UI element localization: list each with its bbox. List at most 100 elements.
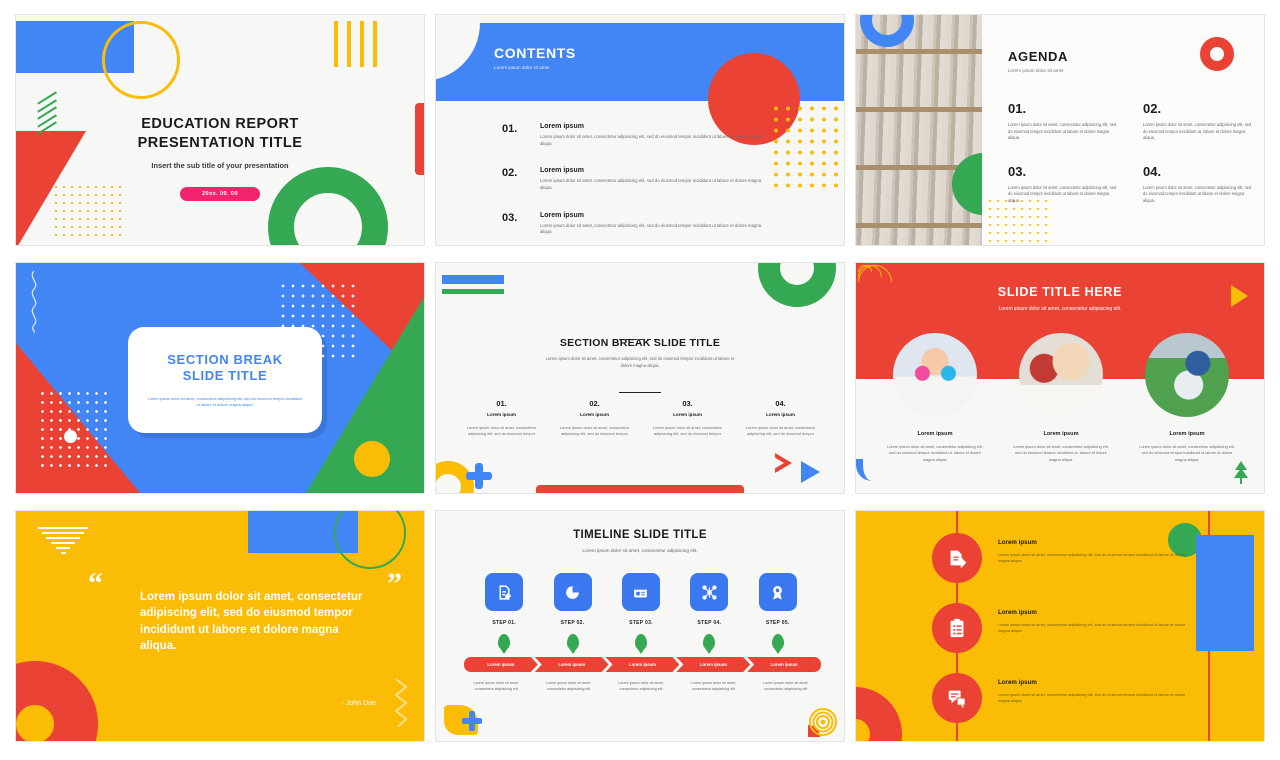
timeline-step[interactable]: STEP 03. xyxy=(611,573,671,650)
list-item[interactable]: Lorem ipsum Lorem ipsum dolor sit amet, … xyxy=(932,603,1198,653)
step-body: Lorem ipsum dolor sit amet, consectetur … xyxy=(618,681,664,691)
item-number: 02. xyxy=(502,167,518,180)
white-stacked-lines-decor xyxy=(38,527,88,557)
column-item[interactable]: 04. Lorem ipsum Lorem ipsum dolor sit am… xyxy=(739,399,822,438)
column-item[interactable]: 02. Lorem ipsum Lorem ipsum dolor sit am… xyxy=(553,399,636,438)
page-title: CONTENTS xyxy=(494,45,576,61)
red-ring-decor xyxy=(1200,37,1234,71)
column-item[interactable]: 03. Lorem ipsum Lorem ipsum dolor sit am… xyxy=(646,399,729,438)
timeline-step[interactable]: STEP 05. xyxy=(748,573,808,650)
item-body: Lorem ipsum dolor sit amet, consectetur … xyxy=(540,134,762,146)
map-pin-icon xyxy=(771,634,784,650)
photo-card[interactable]: Lorem ipsum Lorem ipsum dolor sit amet, … xyxy=(878,333,992,463)
header-block: CONTENTS Lorem ipsum dolor sit amet xyxy=(494,45,576,70)
red-arc-decor xyxy=(856,687,902,741)
slide-1-title[interactable]: EDUCATION REPORT PRESENTATION TITLE Inse… xyxy=(15,14,425,246)
yellow-circle-decor xyxy=(354,441,390,477)
item-number: 03. xyxy=(1008,163,1027,179)
list-item[interactable]: Lorem ipsum Lorem ipsum dolor sit amet, … xyxy=(932,673,1198,723)
page-title: TIMELINE SLIDE TITLE xyxy=(573,529,707,541)
children-drawing-photo xyxy=(1019,333,1103,417)
award-medal-icon xyxy=(758,573,797,611)
column-grid: 01. Lorem ipsum Lorem ipsum dolor sit am… xyxy=(460,399,822,438)
green-ring-decor xyxy=(758,263,836,307)
slide-9-vertical-list[interactable]: Lorem ipsum Lorem ipsum dolor sit amet, … xyxy=(855,510,1265,742)
item-heading: Lorem ipsum xyxy=(540,211,584,219)
timeline-step[interactable]: STEP 02. xyxy=(542,573,602,650)
agenda-item[interactable]: 02. Lorem ipsum dolor sit amet, consecte… xyxy=(1143,101,1256,142)
page-subtitle: Lorem ipsum dolor sit amet xyxy=(494,65,550,70)
slide-8-timeline[interactable]: TIMELINE SLIDE TITLE Lorem ipsum dolor s… xyxy=(435,510,845,742)
item-heading: Lorem ipsum xyxy=(580,412,609,417)
step-body: Lorem ipsum dolor sit amet, consectetur … xyxy=(473,681,519,691)
blue-triangle-icon xyxy=(801,461,820,483)
item-heading: Lorem ipsum xyxy=(487,412,516,417)
page-title: SLIDE TITLE HERE xyxy=(997,285,1123,299)
item-heading: Lorem ipsum xyxy=(673,412,702,417)
list-item[interactable]: 02. Lorem ipsum Lorem ipsum dolor sit am… xyxy=(502,167,770,191)
item-number: 01. xyxy=(502,123,518,135)
slide-thumbnail-grid: EDUCATION REPORT PRESENTATION TITLE Inse… xyxy=(0,0,1280,760)
slide-7-quote[interactable]: “ ” Lorem ipsum dolor sit amet, consecte… xyxy=(15,510,425,742)
page-title: SECTION BREAK SLIDE TITLE xyxy=(559,337,721,349)
boys-reading-outdoors-photo xyxy=(1145,333,1229,417)
arrow-banner[interactable]: Lorem ipsum xyxy=(676,657,750,672)
card-body: Lorem ipsum dolor sit amet, consectetur … xyxy=(1139,444,1235,462)
arrow-banner[interactable]: Lorem ipsum xyxy=(747,657,821,672)
child-painted-hands-photo xyxy=(893,333,977,417)
item-number: 03. xyxy=(502,211,518,224)
blue-rectangle-decor xyxy=(1196,535,1254,651)
photo-card-grid: Lorem ipsum Lorem ipsum dolor sit amet, … xyxy=(878,333,1244,463)
blue-plus-icon xyxy=(462,711,482,731)
agenda-item[interactable]: 01. Lorem ipsum dolor sit amet, consecte… xyxy=(1008,101,1121,142)
slide-2-contents[interactable]: CONTENTS Lorem ipsum dolor sit amet 01. … xyxy=(435,14,845,246)
white-dot-pattern-left-decor xyxy=(38,389,110,467)
slide-6-photo-cards[interactable]: SLIDE TITLE HERE Lorem ipsum dolor sit a… xyxy=(855,262,1265,494)
item-number: 03. xyxy=(682,399,693,408)
timeline-step-grid: STEP 01. STEP 02. STEP 03. STEP 04. STEP… xyxy=(474,573,808,650)
header-block: SLIDE TITLE HERE Lorem ipsum dolor sit a… xyxy=(856,285,1264,312)
blue-plus-icon xyxy=(466,463,492,489)
agenda-item[interactable]: 04. Lorem ipsum dolor sit amet, consecte… xyxy=(1143,164,1256,205)
step-body: Lorem ipsum dolor sit amet, consectetur … xyxy=(545,681,592,691)
red-triangle-inner-decor xyxy=(774,457,784,469)
quote-open-mark: “ xyxy=(88,567,103,600)
card-heading: Lorem ipsum xyxy=(1169,431,1205,437)
slide-5-section-break-columns[interactable]: SECTION BREAK SLIDE TITLE Lorem ipsum do… xyxy=(435,262,845,494)
page-title: AGENDA xyxy=(1008,49,1068,64)
timeline-step[interactable]: STEP 01. xyxy=(474,573,534,650)
item-body: Lorem ipsum dolor sit amet, consectetur … xyxy=(1008,184,1117,203)
item-body: Lorem ipsum dolor sit amet, consectetur … xyxy=(1143,122,1252,141)
step-body: Lorem ipsum dolor sit amet, consectetur … xyxy=(690,681,737,691)
arrow-banner[interactable]: Lorem ipsum xyxy=(535,657,609,672)
network-nodes-icon xyxy=(690,573,729,611)
yellow-triangle-icon xyxy=(1231,285,1248,307)
item-body: Lorem ipsum dolor sit amet, consectetur … xyxy=(540,178,762,190)
slide-3-agenda[interactable]: AGENDA Lorem ipsum dolor sit amet 01. Lo… xyxy=(855,14,1265,246)
title-block: EDUCATION REPORT PRESENTATION TITLE Inse… xyxy=(16,115,424,202)
arrow-banner[interactable]: Lorem ipsum xyxy=(606,657,680,672)
page-body: Lorem ipsum dolor sit amet, consectetur … xyxy=(147,395,303,407)
item-body: Lorem ipsum dolor sit amet, consectetur … xyxy=(559,425,630,437)
agenda-item[interactable]: 03. Lorem ipsum dolor sit amet, consecte… xyxy=(1008,164,1121,205)
header-block: AGENDA Lorem ipsum dolor sit amet xyxy=(1008,49,1068,73)
white-dot-decor xyxy=(64,430,77,443)
column-item[interactable]: 01. Lorem ipsum Lorem ipsum dolor sit am… xyxy=(460,399,543,438)
card-body: Lorem ipsum dolor sit amet, consectetur … xyxy=(1013,444,1109,462)
quote-author: - John Doe xyxy=(341,700,376,707)
list-item[interactable]: 03. Lorem ipsum Lorem ipsum dolor sit am… xyxy=(502,212,770,236)
step-description-row: Lorem ipsum dolor sit amet, consectetur … xyxy=(464,681,818,693)
red-arc-decor xyxy=(16,661,98,741)
arrow-banner[interactable]: Lorem ipsum xyxy=(464,657,538,672)
list-item[interactable]: Lorem ipsum Lorem ipsum dolor sit amet, … xyxy=(932,533,1198,583)
photo-card[interactable]: Lorem ipsum Lorem ipsum dolor sit amet, … xyxy=(1130,333,1244,463)
page-subtitle: Lorem ipsum dolor sit amet, consectetur … xyxy=(582,548,698,553)
list-item[interactable]: 01. Lorem ipsum Lorem ipsum dolor sit am… xyxy=(502,123,770,147)
page-subtitle: Lorem ipsum dolor sit amet, consectetur … xyxy=(998,306,1122,312)
item-body: Lorem ipsum dolor sit amet, consectetur … xyxy=(998,552,1186,564)
chat-bubbles-icon xyxy=(932,673,982,723)
timeline-step[interactable]: STEP 04. xyxy=(679,573,739,650)
solid-rule-bottom xyxy=(436,380,844,398)
photo-card[interactable]: Lorem ipsum Lorem ipsum dolor sit amet, … xyxy=(1004,333,1118,463)
slide-4-section-break[interactable]: SECTION BREAK SLIDE TITLE Lorem ipsum do… xyxy=(15,262,425,494)
